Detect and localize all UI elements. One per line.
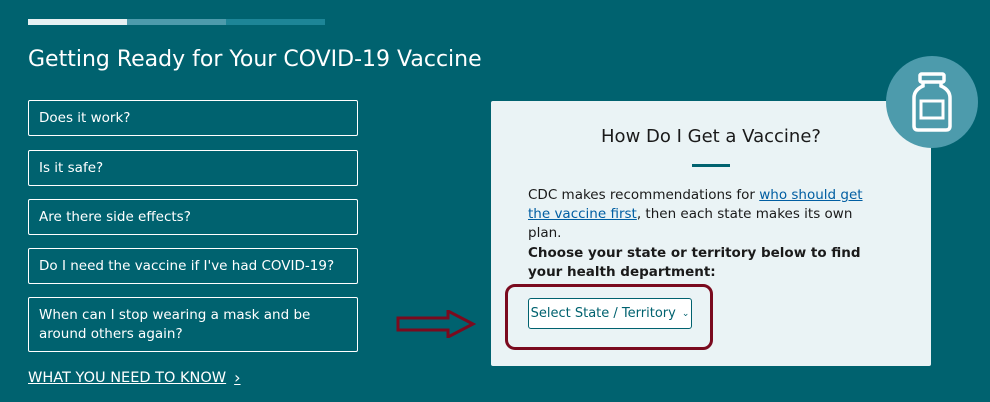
- chevron-down-icon: ⌄: [681, 308, 690, 319]
- vaccine-vial-icon: [912, 72, 952, 132]
- card-title: How Do I Get a Vaccine?: [601, 126, 821, 147]
- page-title: Getting Ready for Your COVID-19 Vaccine: [28, 47, 482, 72]
- state-territory-select[interactable]: Select State / Territory ⌄: [528, 298, 692, 329]
- state-select-label: Choose your state or territory below to …: [528, 245, 861, 280]
- progress-segment-3: [226, 19, 325, 25]
- faq-label: Do I need the vaccine if I've had COVID-…: [39, 257, 335, 274]
- card-text-before: CDC makes recommendations for: [528, 187, 760, 203]
- progress-segment-1: [28, 19, 127, 25]
- progress-bar: [28, 19, 325, 25]
- know-link-label: WHAT YOU NEED TO KNOW: [28, 369, 227, 386]
- faq-label: Are there side effects?: [39, 208, 191, 225]
- vaccine-badge: [886, 56, 978, 148]
- card-description: CDC makes recommendations for who should…: [528, 186, 878, 243]
- faq-button-is-it-safe[interactable]: Is it safe?: [28, 150, 358, 186]
- faq-label: Is it safe?: [39, 159, 104, 176]
- faq-button-stop-wearing-mask[interactable]: When can I stop wearing a mask and be ar…: [28, 297, 358, 352]
- faq-button-does-it-work[interactable]: Does it work?: [28, 100, 358, 136]
- card-divider: [692, 164, 730, 167]
- faq-label: When can I stop wearing a mask and be ar…: [39, 306, 311, 342]
- faq-label: Does it work?: [39, 109, 131, 126]
- get-vaccine-card: How Do I Get a Vaccine? CDC makes recomm…: [491, 101, 931, 366]
- select-value: Select State / Territory: [530, 306, 676, 321]
- arrow-right-icon: [396, 310, 476, 338]
- what-you-need-to-know-link[interactable]: WHAT YOU NEED TO KNOW ›: [28, 368, 241, 387]
- faq-button-had-covid[interactable]: Do I need the vaccine if I've had COVID-…: [28, 248, 358, 284]
- progress-segment-2: [127, 19, 226, 25]
- faq-button-side-effects[interactable]: Are there side effects?: [28, 199, 358, 235]
- chevron-right-icon: ›: [234, 368, 241, 387]
